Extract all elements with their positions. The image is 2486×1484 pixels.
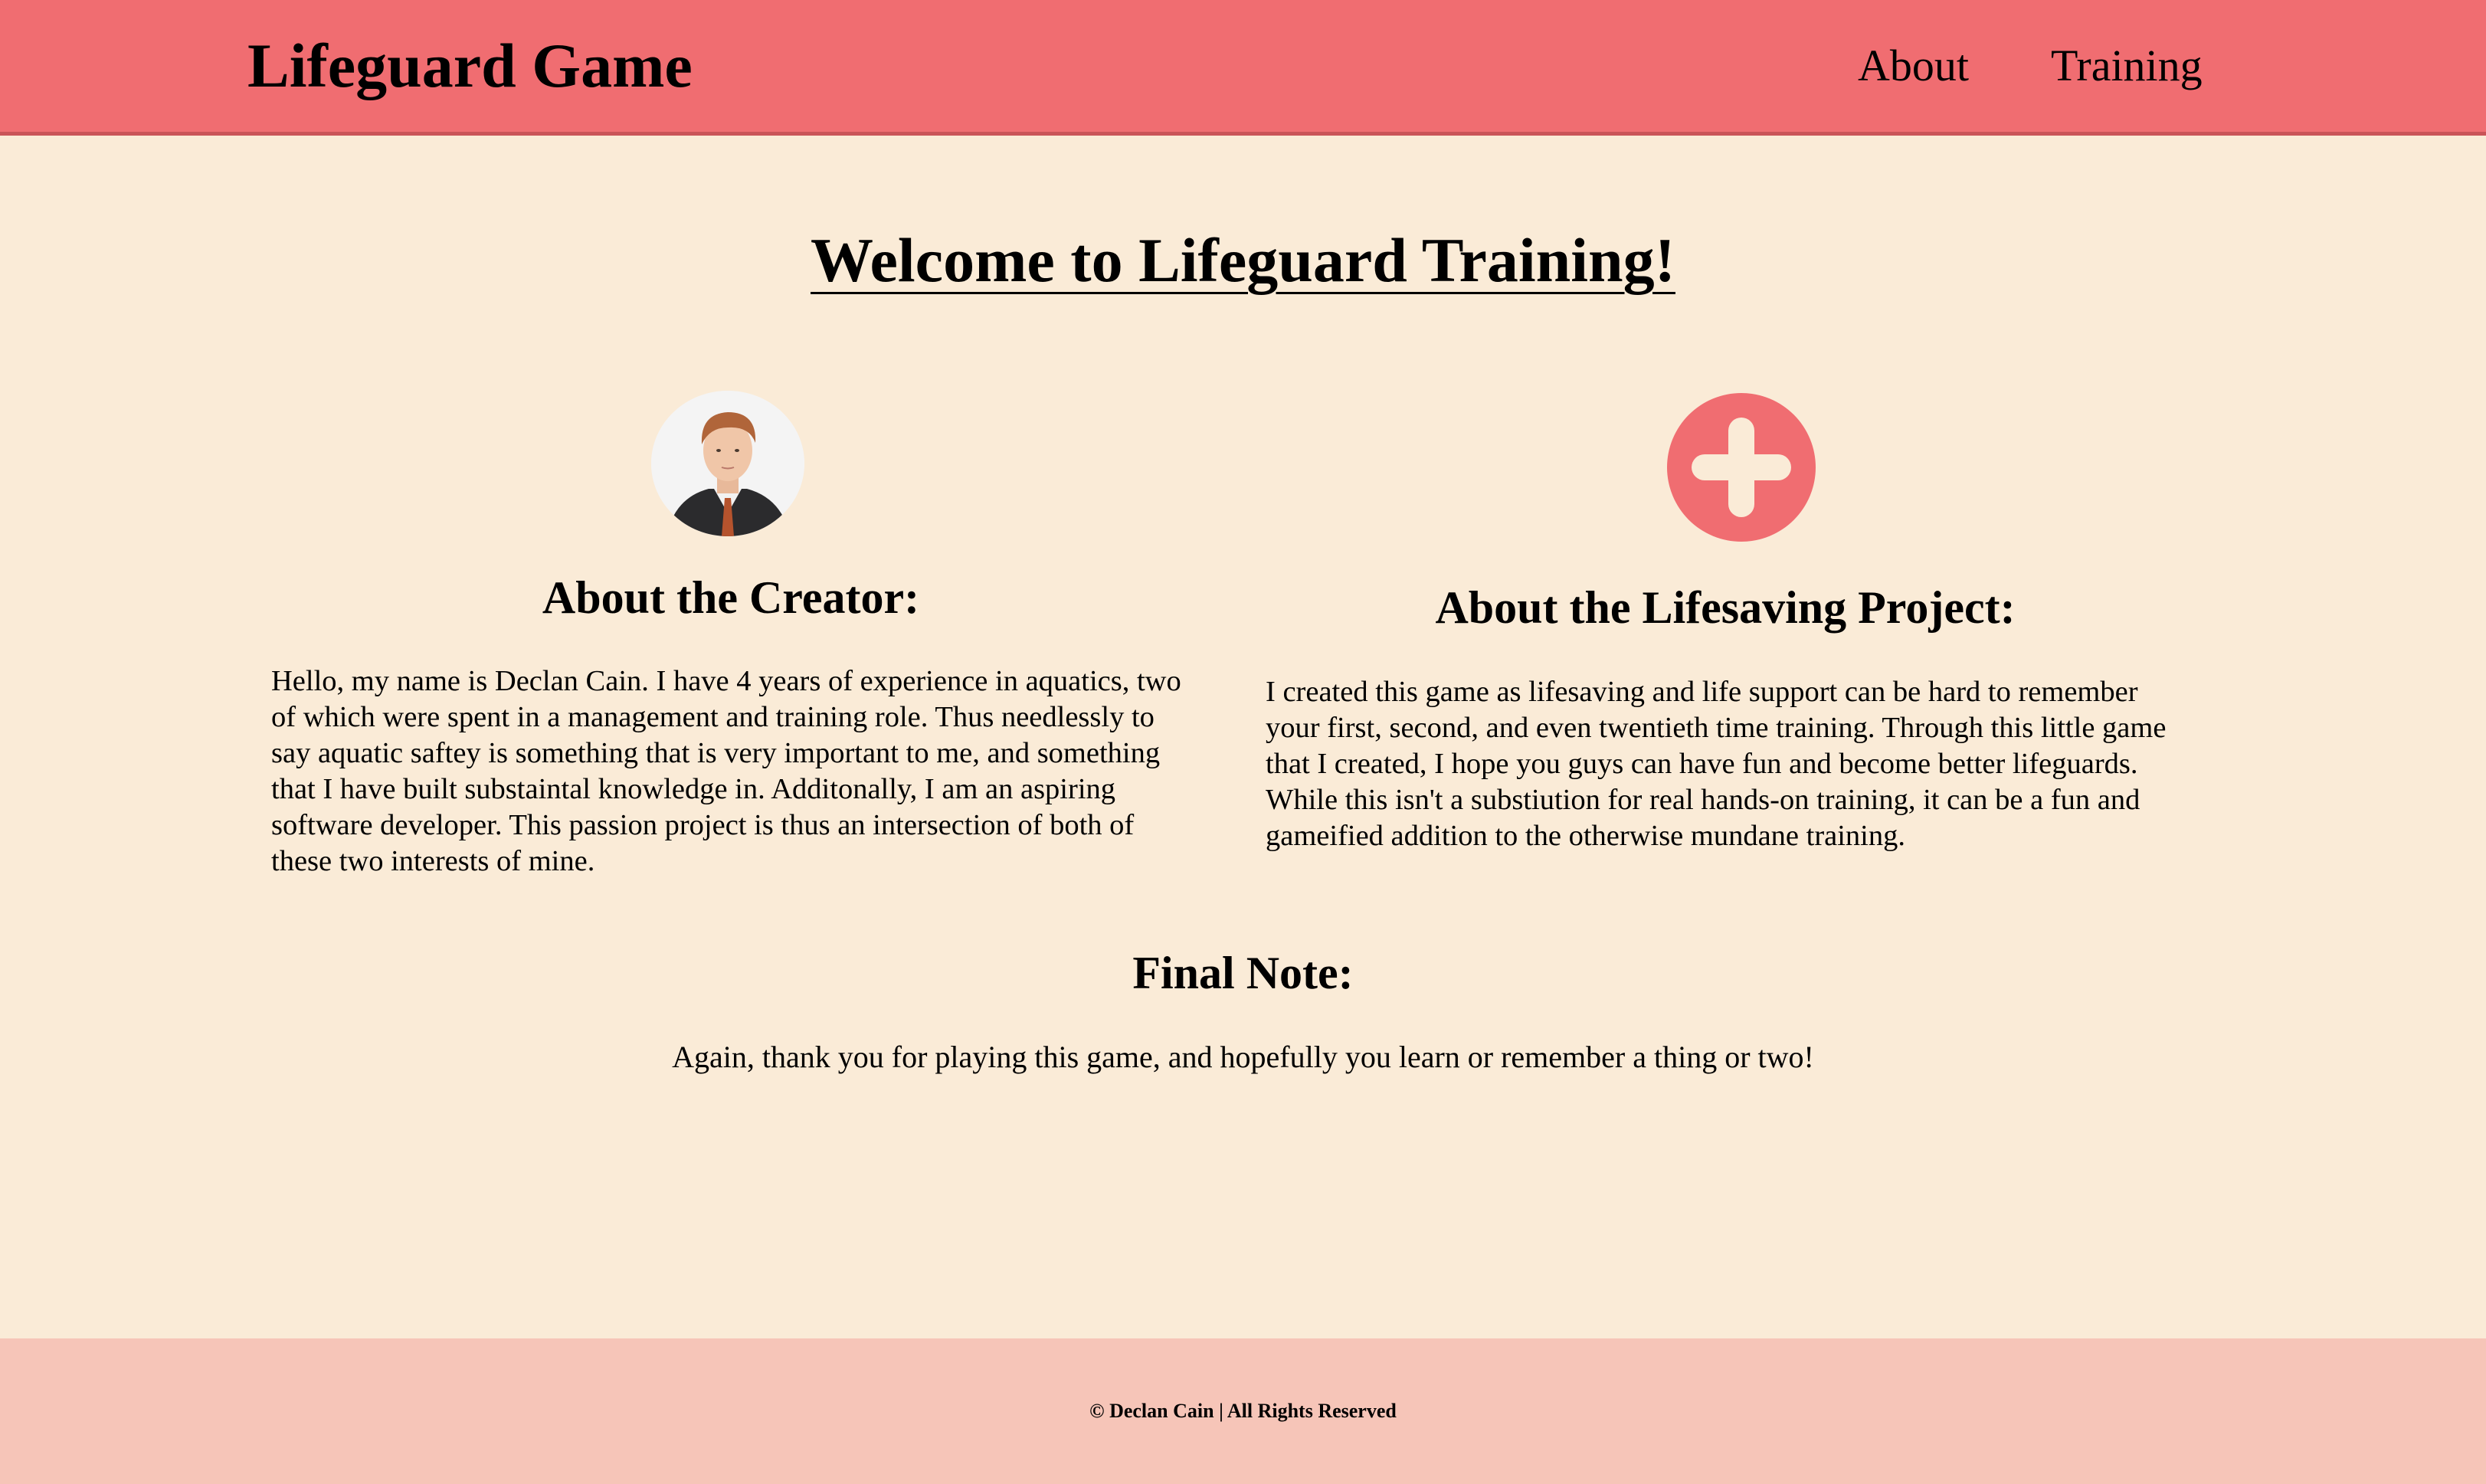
footer: © Declan Cain | All Rights Reserved	[0, 1338, 2486, 1484]
creator-portrait-image	[651, 391, 804, 536]
final-note-heading: Final Note:	[1132, 948, 1354, 998]
nav-training-link[interactable]: Training	[2051, 0, 2203, 132]
about-project-heading: About the Lifesaving Project:	[1435, 582, 2016, 633]
creator-avatar	[651, 391, 804, 536]
final-note-text: Again, thank you for playing this game, …	[672, 1040, 1814, 1074]
about-creator-heading: About the Creator:	[542, 572, 920, 623]
plus-cross-icon	[1666, 392, 1816, 542]
site-brand[interactable]: Lifeguard Game	[247, 0, 693, 132]
top-navbar: Lifeguard Game About Training	[0, 0, 2486, 136]
page-title-text: Welcome to Lifeguard Training!	[811, 225, 1675, 295]
page-title: Welcome to Lifeguard Training!	[0, 222, 2486, 299]
about-creator-text: Hello, my name is Declan Cain. I have 4 …	[271, 665, 1181, 877]
about-project-text: I created this game as lifesaving and li…	[1266, 676, 2167, 852]
page: Lifeguard Game About Training Welcome to…	[0, 0, 2486, 1484]
copyright-text: © Declan Cain | All Rights Reserved	[1089, 1400, 1397, 1422]
nav-about-link[interactable]: About	[1858, 0, 1969, 132]
